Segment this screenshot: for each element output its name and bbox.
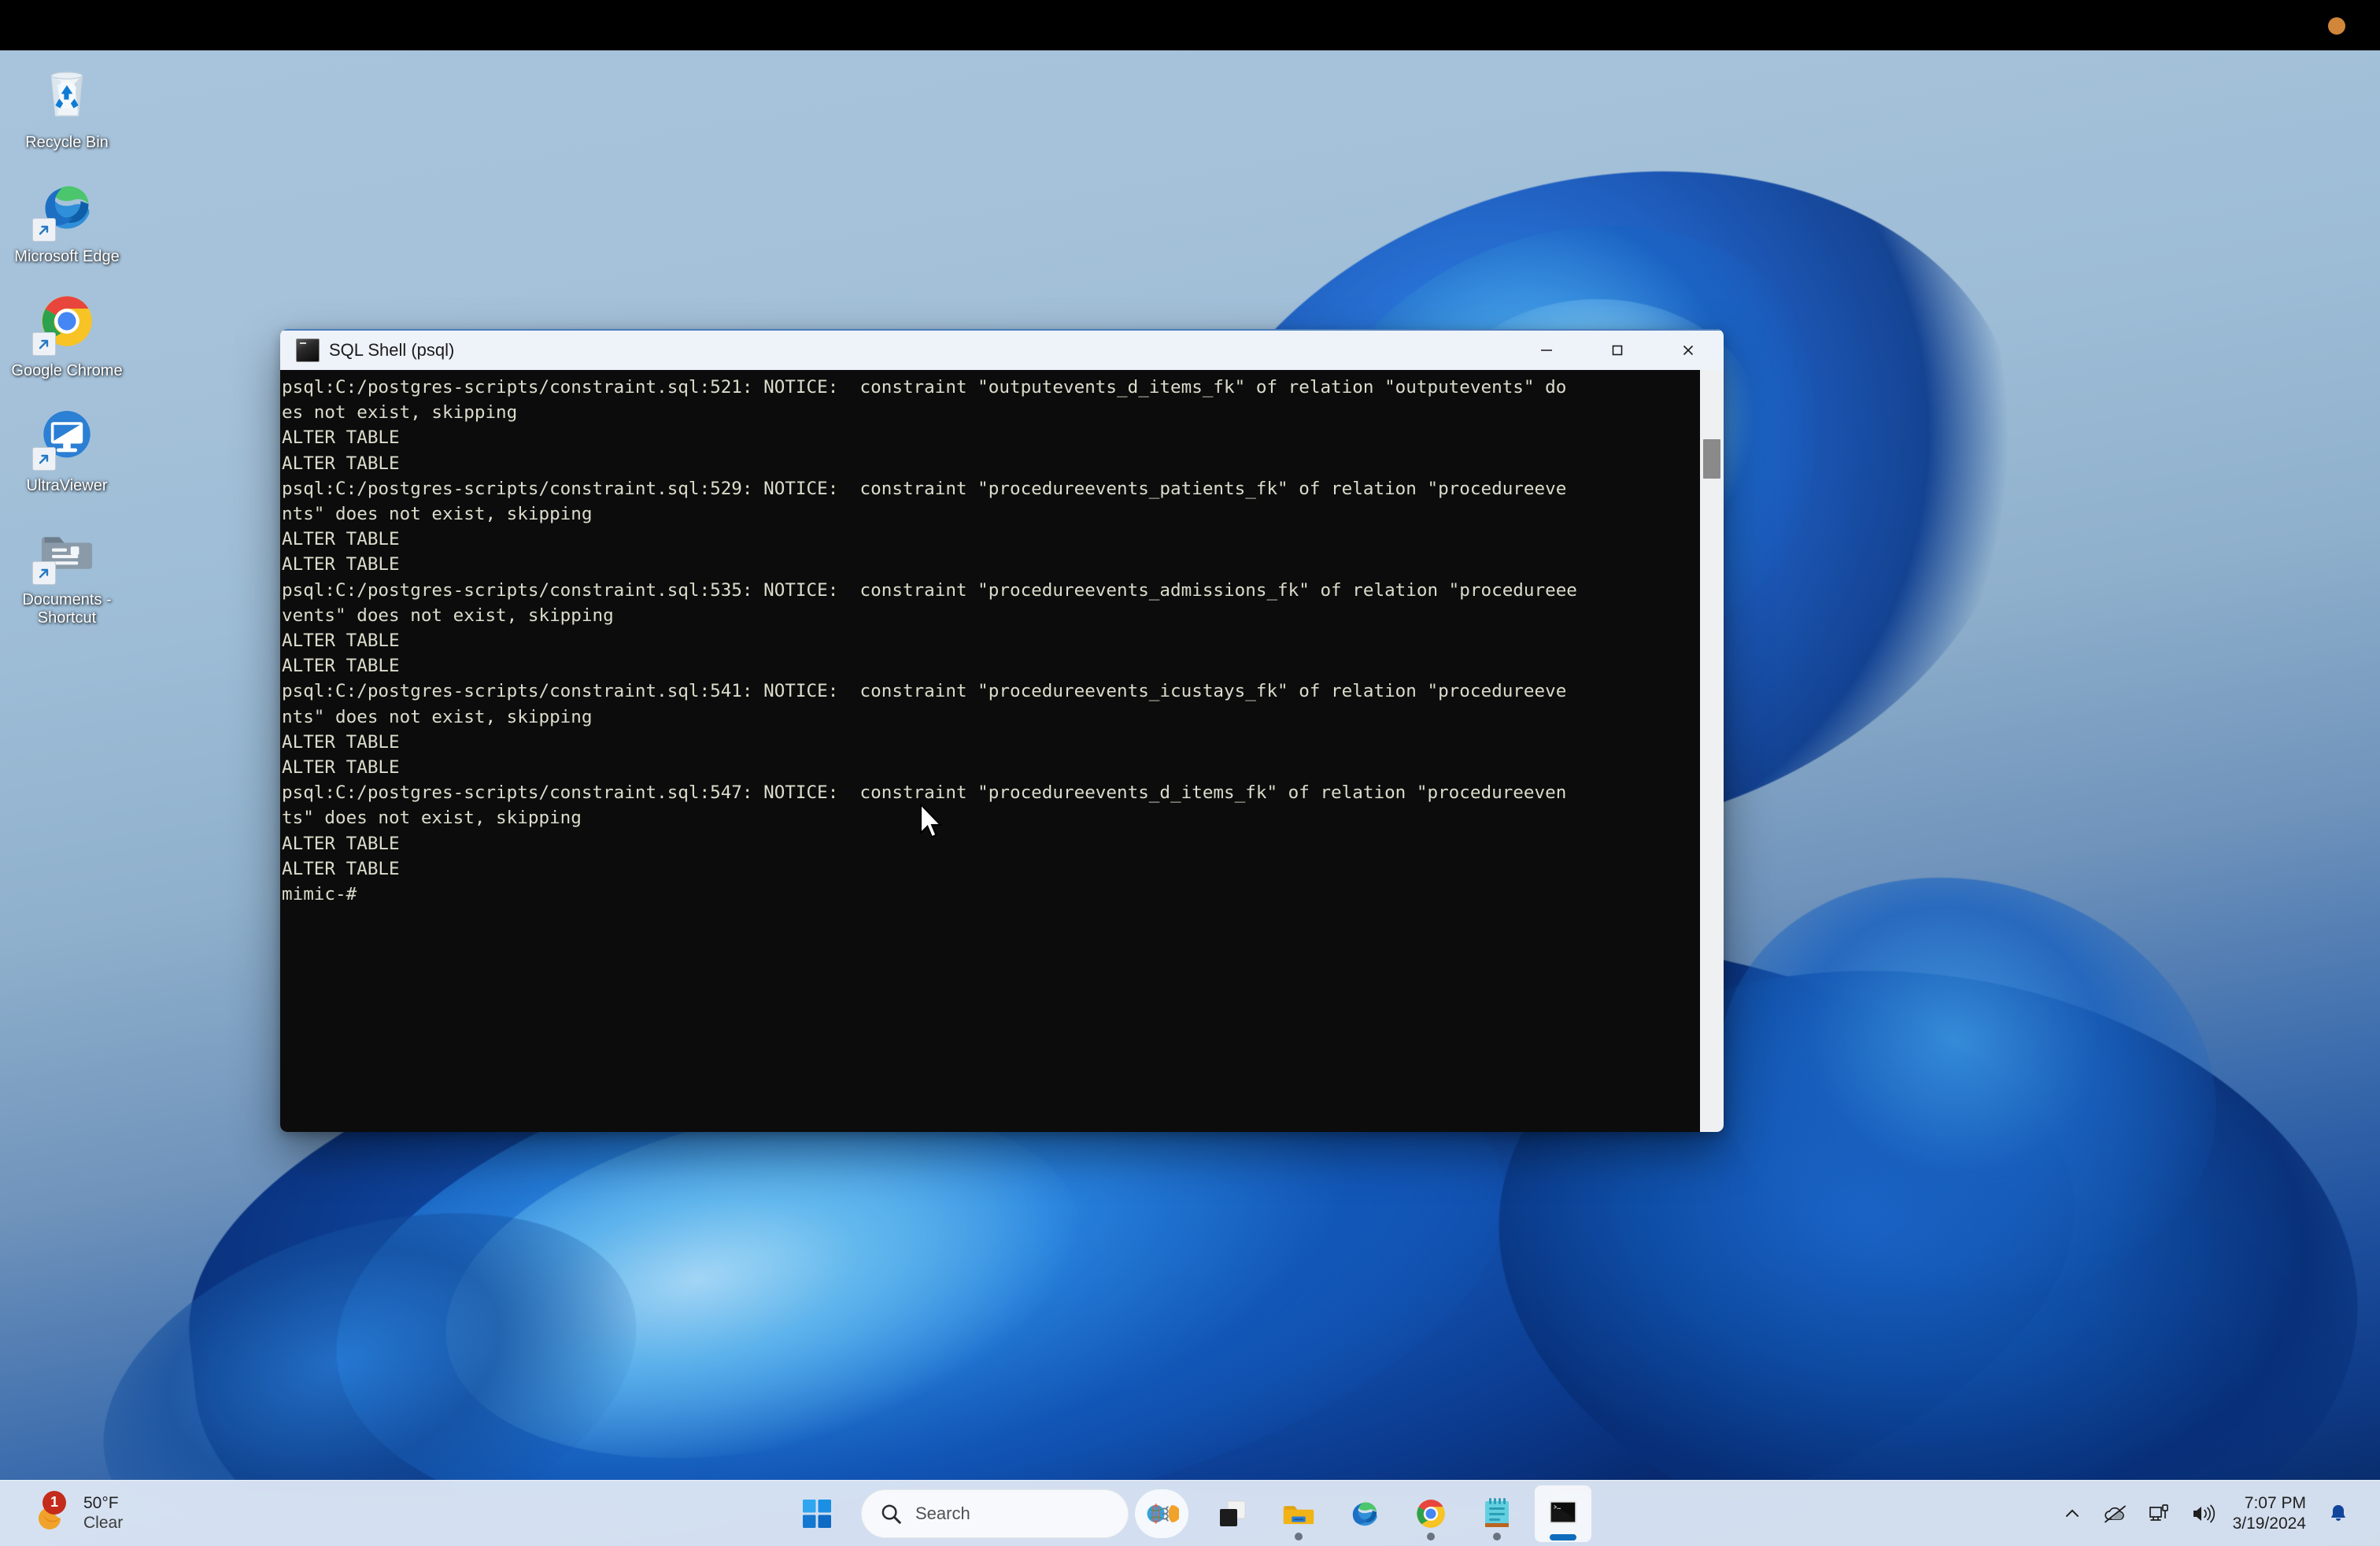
maximize-button[interactable] — [1582, 330, 1653, 371]
taskbar-item-google-chrome[interactable] — [1402, 1485, 1459, 1542]
taskbar-weather-widget[interactable]: 1 50°F Clear — [20, 1488, 134, 1540]
desktop-icon-label: Documents - Shortcut — [22, 590, 112, 627]
system-tray: 7:07 PM 3/19/2024 — [2052, 1481, 2380, 1546]
running-indicator — [1295, 1532, 1303, 1540]
console-window-icon — [1549, 1500, 1577, 1523]
clock-time: 7:07 PM — [2244, 1494, 2306, 1513]
desktop: Recycle Bin Microsoft Edge Google Chrome… — [0, 0, 2380, 1546]
google-chrome-icon — [1417, 1499, 1445, 1528]
taskbar-clock[interactable]: 7:07 PM 3/19/2024 — [2225, 1493, 2317, 1533]
ultraviewer-icon — [31, 400, 103, 472]
clock-date: 3/19/2024 — [2232, 1514, 2306, 1533]
active-indicator — [1550, 1533, 1576, 1540]
weather-icon-wrap: 1 — [31, 1490, 74, 1535]
scrollbar-thumb[interactable] — [1703, 439, 1720, 479]
desktop-icon-label: Microsoft Edge — [14, 248, 120, 266]
task-view-icon — [1220, 1500, 1246, 1526]
windows-start-icon — [803, 1499, 831, 1528]
taskbar-item-microsoft-edge[interactable] — [1336, 1485, 1393, 1542]
shortcut-overlay-icon — [32, 446, 56, 471]
camera-indicator-dot — [2328, 17, 2345, 35]
weather-badge: 1 — [42, 1490, 66, 1515]
start-button[interactable] — [789, 1485, 845, 1542]
show-hidden-icons-button[interactable] — [2052, 1489, 2093, 1538]
chevron-up-icon — [2065, 1509, 2079, 1517]
desktop-icon-ultraviewer[interactable]: UltraViewer — [8, 400, 126, 495]
console-window-icon — [296, 338, 320, 362]
desktop-icon-recycle-bin[interactable]: Recycle Bin — [8, 57, 126, 152]
shortcut-overlay-icon — [32, 560, 56, 585]
onedrive-offline-icon — [2104, 1505, 2126, 1522]
microsoft-edge-icon — [1352, 1502, 1377, 1526]
desktop-icon-group: Recycle Bin Microsoft Edge Google Chrome… — [8, 57, 134, 646]
window-controls — [1511, 330, 1724, 371]
search-icon — [881, 1504, 901, 1524]
recycle-bin-icon — [31, 57, 103, 129]
taskbar-search-box[interactable]: Search — [861, 1489, 1129, 1538]
taskbar-item-notepad[interactable] — [1469, 1485, 1525, 1542]
taskbar-item-file-explorer[interactable] — [1270, 1485, 1327, 1542]
shortcut-overlay-icon — [32, 332, 56, 357]
top-black-band — [0, 0, 2380, 50]
weather-temperature: 50°F — [83, 1493, 119, 1512]
weather-text: 50°F Clear — [83, 1494, 123, 1533]
sql-shell-window[interactable]: SQL Shell (psql) psql:C:/postgres-script… — [280, 329, 1724, 1132]
taskbar-center-group: Search — [784, 1481, 1596, 1546]
taskbar: 1 50°F Clear Search 7:07 PM 3/19/2024 — [0, 1480, 2380, 1546]
notepad-icon — [1485, 1497, 1509, 1527]
desktop-icon-label: Google Chrome — [11, 362, 123, 380]
taskbar-item-sql-shell[interactable] — [1535, 1485, 1591, 1542]
notifications-button[interactable] — [2317, 1489, 2360, 1538]
desktop-icon-google-chrome[interactable]: Google Chrome — [8, 285, 126, 380]
google-chrome-icon — [31, 285, 103, 357]
desktop-icon-label: Recycle Bin — [25, 134, 109, 151]
desktop-icon-label: UltraViewer — [26, 476, 108, 494]
desktop-icon-documents-shortcut[interactable]: Documents - Shortcut — [8, 514, 126, 627]
weather-condition: Clear — [83, 1513, 124, 1532]
onedrive-status-button[interactable] — [2093, 1489, 2138, 1538]
search-placeholder: Search — [915, 1503, 970, 1523]
close-button[interactable] — [1653, 330, 1724, 371]
terminal-output[interactable]: psql:C:/postgres-scripts/constraint.sql:… — [280, 370, 1700, 1132]
volume-icon — [2193, 1504, 2215, 1522]
terminal-area[interactable]: psql:C:/postgres-scripts/constraint.sql:… — [280, 370, 1724, 1132]
running-indicator — [1427, 1532, 1435, 1540]
network-status-button[interactable] — [2138, 1489, 2181, 1538]
notification-bell-icon — [2331, 1504, 2345, 1521]
documents-folder-icon — [31, 514, 103, 586]
window-title: SQL Shell (psql) — [329, 340, 455, 360]
desktop-icon-microsoft-edge[interactable]: Microsoft Edge — [8, 171, 126, 266]
minimize-button[interactable] — [1511, 330, 1582, 371]
running-indicator — [1493, 1532, 1501, 1540]
window-titlebar[interactable]: SQL Shell (psql) — [280, 329, 1724, 370]
file-explorer-icon — [1283, 1505, 1314, 1524]
network-ethernet-icon — [2149, 1503, 2168, 1521]
widgets-globe-icon — [1147, 1503, 1179, 1524]
microsoft-edge-icon — [31, 171, 103, 243]
terminal-scrollbar[interactable] — [1700, 370, 1724, 1132]
shortcut-overlay-icon — [32, 218, 56, 242]
volume-button[interactable] — [2181, 1489, 2225, 1538]
taskbar-item-task-view[interactable] — [1204, 1485, 1261, 1542]
taskbar-item-widgets[interactable] — [1135, 1489, 1188, 1538]
